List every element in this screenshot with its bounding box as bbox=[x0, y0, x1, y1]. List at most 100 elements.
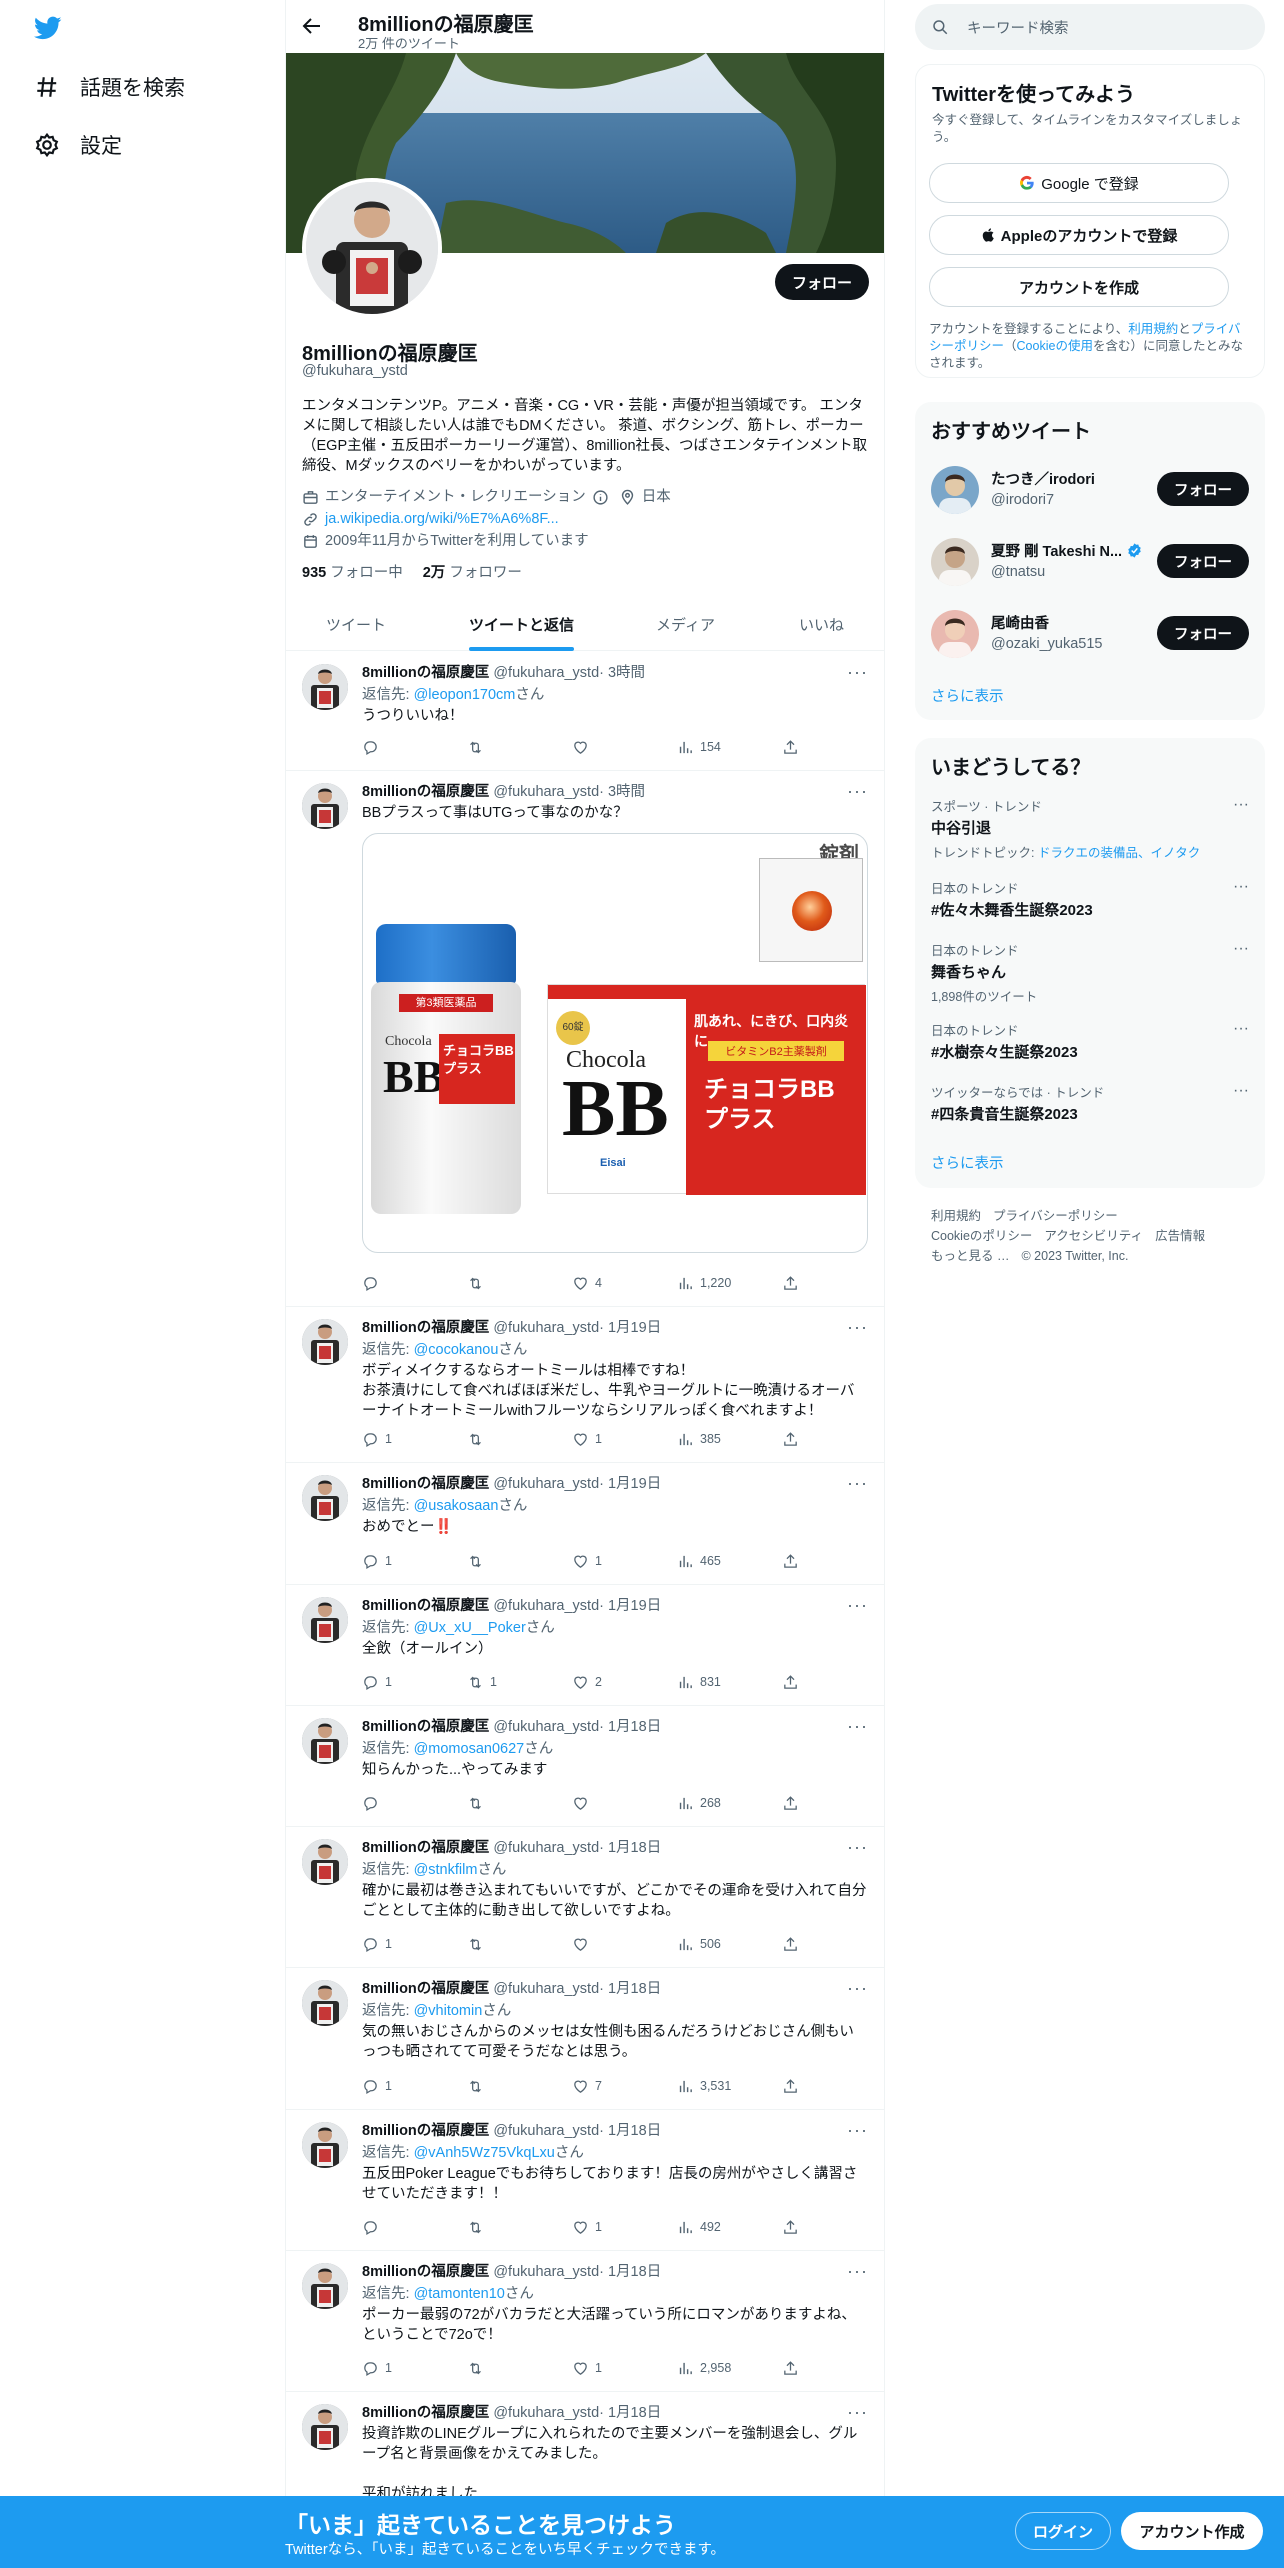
reply-to-handle[interactable]: @vhitomin bbox=[414, 2003, 483, 2019]
apple-signup-button[interactable]: Appleのアカウントで登録 bbox=[929, 215, 1229, 255]
nav-settings[interactable]: 設定 bbox=[34, 130, 122, 160]
recommend-show-more[interactable]: さらに表示 bbox=[931, 685, 1004, 706]
tweet-avatar[interactable] bbox=[302, 1319, 348, 1365]
nav-explore[interactable]: 話題を検索 bbox=[34, 72, 185, 102]
tweet[interactable]: 8millionの福原慶匡 @fukuhara_ystd· 1月18日 ··· 返信… bbox=[286, 2110, 884, 2251]
tweet-author-name[interactable]: 8millionの福原慶匡 bbox=[362, 784, 489, 800]
recommend-user-handle[interactable]: @tnatsu bbox=[991, 564, 1045, 580]
trend-item[interactable]: ツイッターならでは · トレンド #四条貴音生誕祭2023 ··· bbox=[931, 1082, 1249, 1124]
tweet-author-name[interactable]: 8millionの福原慶匡 bbox=[362, 2405, 489, 2421]
tweet-time[interactable]: · 1月18日 bbox=[599, 1981, 661, 1997]
info-icon[interactable] bbox=[592, 489, 609, 506]
views-button[interactable]: 506 bbox=[677, 1936, 757, 1953]
tab-tweets-and-replies[interactable]: ツイートと返信 bbox=[469, 614, 574, 635]
reply-to-handle[interactable]: @vAnh5Wz75VkqLxu bbox=[414, 2145, 555, 2161]
twitter-logo-icon[interactable] bbox=[32, 14, 64, 42]
views-button[interactable]: 492 bbox=[677, 2219, 757, 2236]
recommend-avatar[interactable] bbox=[931, 538, 979, 586]
reply-button[interactable]: 1 bbox=[362, 1674, 442, 1691]
like-button[interactable] bbox=[572, 1795, 652, 1812]
share-button[interactable] bbox=[782, 2360, 802, 2377]
views-button[interactable]: 831 bbox=[677, 1674, 757, 1691]
tweet-avatar[interactable] bbox=[302, 1718, 348, 1764]
reply-to-handle[interactable]: @usakosaan bbox=[414, 1498, 499, 1514]
share-button[interactable] bbox=[782, 1553, 802, 1570]
bottom-login-button[interactable]: ログイン bbox=[1015, 2512, 1111, 2550]
tweet-author-handle[interactable]: @fukuhara_ystd bbox=[493, 2405, 599, 2421]
recommend-user[interactable]: 夏野 剛 Takeshi N... @tnatsu フォロー bbox=[915, 534, 1265, 594]
views-button[interactable]: 268 bbox=[677, 1795, 757, 1812]
tweet-author-handle[interactable]: @fukuhara_ystd bbox=[493, 784, 599, 800]
tweet-author-handle[interactable]: @fukuhara_ystd bbox=[493, 1719, 599, 1735]
tweet-avatar[interactable] bbox=[302, 2122, 348, 2168]
tweet-author-name[interactable]: 8millionの福原慶匡 bbox=[362, 1476, 489, 1492]
trend-item[interactable]: スポーツ · トレンド 中谷引退 トレンドトピック: ドラクエの装備品、イノタク ··… bbox=[931, 796, 1249, 861]
trend-item[interactable]: 日本のトレンド #水樹奈々生誕祭2023 ··· bbox=[931, 1020, 1249, 1062]
tweet-author-name[interactable]: 8millionの福原慶匡 bbox=[362, 1981, 489, 1997]
more-icon[interactable]: ··· bbox=[847, 781, 868, 802]
reply-to-handle[interactable]: @tamonten10 bbox=[414, 2286, 505, 2302]
terms-link[interactable]: 利用規約 bbox=[1128, 322, 1178, 336]
views-button[interactable]: 465 bbox=[677, 1553, 757, 1570]
reply-button[interactable] bbox=[362, 1275, 442, 1292]
footer-terms-link[interactable]: 利用規約 bbox=[931, 1206, 981, 1226]
reply-button[interactable] bbox=[362, 739, 442, 756]
retweet-button[interactable] bbox=[467, 2219, 547, 2236]
reply-to-handle[interactable]: @Ux_xU__Poker bbox=[414, 1620, 526, 1636]
views-button[interactable]: 2,958 bbox=[677, 2360, 757, 2377]
like-button[interactable]: 7 bbox=[572, 2078, 652, 2095]
recommend-user-handle[interactable]: @irodori7 bbox=[991, 492, 1054, 508]
profile-url-link[interactable]: ja.wikipedia.org/wiki/%E7%A6%8F... bbox=[325, 509, 559, 529]
tweet-author-handle[interactable]: @fukuhara_ystd bbox=[493, 1840, 599, 1856]
recommend-user-name[interactable]: たつき／irodori bbox=[991, 468, 1095, 489]
tweet-author-handle[interactable]: @fukuhara_ystd bbox=[493, 1476, 599, 1492]
like-button[interactable]: 1 bbox=[572, 2219, 652, 2236]
trend-topics-links[interactable]: ドラクエの装備品、イノタク bbox=[1038, 846, 1200, 860]
more-icon[interactable]: ··· bbox=[847, 662, 868, 683]
more-icon[interactable]: ··· bbox=[847, 1473, 868, 1494]
retweet-button[interactable] bbox=[467, 2360, 547, 2377]
tweet-time[interactable]: · 1月18日 bbox=[599, 2123, 661, 2139]
share-button[interactable] bbox=[782, 1795, 802, 1812]
tweet-media-image[interactable]: 錠剤 第3類医薬品 Chocola BB チョコラBB プラス 60錠 Chocola BB E… bbox=[362, 833, 868, 1253]
footer-accessibility-link[interactable]: アクセシビリティ bbox=[1044, 1226, 1143, 1246]
following-link[interactable]: 935 フォロー中 bbox=[302, 561, 403, 582]
retweet-button[interactable] bbox=[467, 739, 547, 756]
reply-button[interactable]: 1 bbox=[362, 1936, 442, 1953]
retweet-button[interactable] bbox=[467, 1795, 547, 1812]
reply-to-handle[interactable]: @stnkfilm bbox=[414, 1862, 478, 1878]
more-icon[interactable]: ··· bbox=[847, 1716, 868, 1737]
more-icon[interactable]: ··· bbox=[847, 1837, 868, 1858]
tweet-time[interactable]: · 1月18日 bbox=[599, 2405, 661, 2421]
recommend-user[interactable]: たつき／irodori @irodori7 フォロー bbox=[915, 462, 1265, 522]
tweet[interactable]: 8millionの福原慶匡 @fukuhara_ystd· 1月19日 ··· 返信… bbox=[286, 1585, 884, 1706]
recommend-avatar[interactable] bbox=[931, 466, 979, 514]
reply-to-handle[interactable]: @cocokanou bbox=[414, 1342, 499, 1358]
recommend-follow-button[interactable]: フォロー bbox=[1157, 472, 1249, 506]
reply-button[interactable] bbox=[362, 2219, 442, 2236]
tweet-time[interactable]: · 3時間 bbox=[599, 784, 645, 800]
tweet-author-handle[interactable]: @fukuhara_ystd bbox=[493, 1981, 599, 1997]
tweet[interactable]: 8millionの福原慶匡 @fukuhara_ystd· 3時間 ··· BBプラ… bbox=[286, 771, 884, 1307]
recommend-follow-button[interactable]: フォロー bbox=[1157, 544, 1249, 578]
tweet-author-name[interactable]: 8millionの福原慶匡 bbox=[362, 1719, 489, 1735]
tweet-author-name[interactable]: 8millionの福原慶匡 bbox=[362, 2123, 489, 2139]
reply-button[interactable] bbox=[362, 1795, 442, 1812]
more-icon[interactable]: ··· bbox=[847, 2402, 868, 2423]
views-button[interactable]: 3,531 bbox=[677, 2078, 757, 2095]
tweet-time[interactable]: · 1月18日 bbox=[599, 1840, 661, 1856]
tweet-avatar[interactable] bbox=[302, 2404, 348, 2450]
more-icon[interactable]: ··· bbox=[1233, 1020, 1249, 1038]
share-button[interactable] bbox=[782, 2219, 802, 2236]
tweet-time[interactable]: · 1月19日 bbox=[599, 1476, 661, 1492]
tweet-time[interactable]: · 3時間 bbox=[599, 665, 645, 681]
retweet-button[interactable] bbox=[467, 2078, 547, 2095]
views-button[interactable]: 385 bbox=[677, 1431, 757, 1448]
reply-to-handle[interactable]: @momosan0627 bbox=[414, 1741, 525, 1757]
more-icon[interactable]: ··· bbox=[847, 1595, 868, 1616]
like-button[interactable] bbox=[572, 1936, 652, 1953]
tweet-avatar[interactable] bbox=[302, 1839, 348, 1885]
trend-item[interactable]: 日本のトレンド 舞香ちゃん 1,898件のツイート ··· bbox=[931, 940, 1249, 1005]
more-icon[interactable]: ··· bbox=[1233, 796, 1249, 814]
back-button[interactable] bbox=[300, 14, 328, 42]
